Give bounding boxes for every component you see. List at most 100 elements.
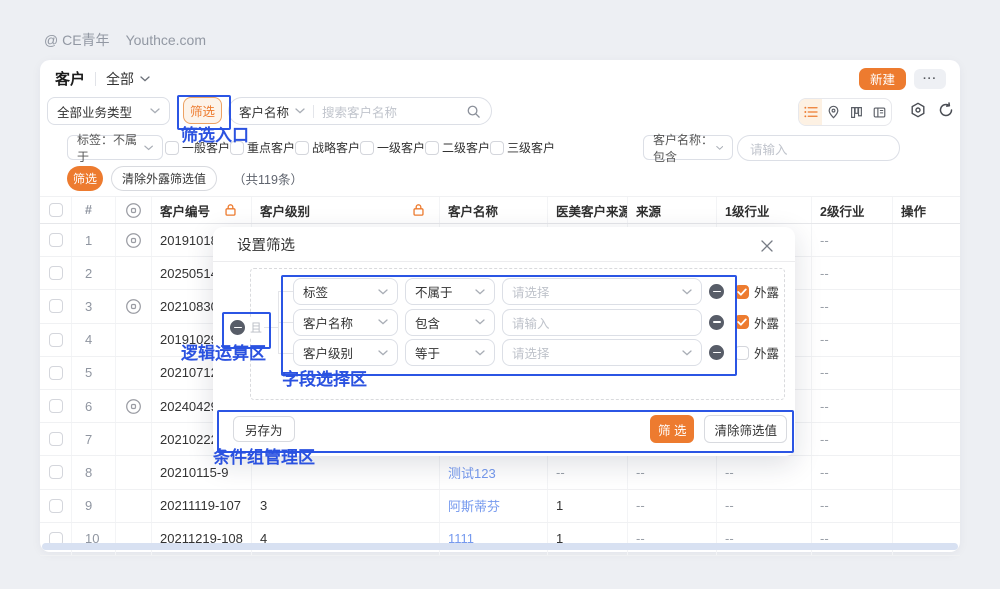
search-input[interactable]: 搜索客户名称 (322, 102, 460, 121)
scope-select[interactable]: 全部 (106, 69, 150, 89)
target-icon (125, 298, 142, 315)
chevron-down-icon (144, 145, 153, 151)
chevron-down-icon (140, 76, 150, 82)
cell-industry2: -- (812, 390, 893, 422)
select-all-checkbox[interactable] (49, 203, 63, 217)
checkbox[interactable] (165, 141, 179, 155)
refresh-button[interactable] (938, 102, 954, 118)
apply-filter-button[interactable]: 筛选 (67, 166, 103, 191)
quick-filter-option[interactable]: 一般客户 (165, 139, 230, 156)
tree-connector (278, 322, 293, 323)
row-record-cell (116, 523, 152, 555)
expose-checkbox[interactable] (735, 346, 749, 360)
modal-clear-button[interactable]: 清除筛选值 (704, 415, 787, 443)
col-industry1: 1级行业 (717, 197, 812, 223)
more-button[interactable]: ··· (914, 69, 946, 89)
search-divider (313, 105, 314, 118)
operator-select[interactable]: 不属于 (405, 278, 495, 305)
cell-med-source: -- (548, 456, 628, 488)
value-select[interactable]: 请选择 (502, 278, 702, 305)
row-checkbox[interactable] (49, 299, 63, 313)
settings-button[interactable] (910, 102, 926, 118)
row-checkbox[interactable] (49, 266, 63, 280)
cell-industry2: -- (812, 357, 893, 389)
expose-checkbox[interactable] (735, 285, 749, 299)
operator-select[interactable]: 等于 (405, 339, 495, 366)
checkbox[interactable] (230, 141, 244, 155)
filter-condition-row: 标签不属于请选择 外露 (293, 278, 779, 305)
row-checkbox[interactable] (49, 465, 63, 479)
field-select[interactable]: 标签 (293, 278, 398, 305)
split-view-button[interactable] (868, 99, 891, 125)
close-icon (760, 239, 774, 253)
col-operation: 操作 (893, 197, 960, 223)
field-select[interactable]: 客户名称 (293, 309, 398, 336)
quick-filter-option[interactable]: 二级客户 (425, 139, 490, 156)
cell-customer-level: 4 (252, 523, 440, 555)
row-checkbox[interactable] (49, 499, 63, 513)
row-record-cell (116, 357, 152, 389)
relation-node[interactable]: 且 (228, 318, 264, 337)
checkbox[interactable] (425, 141, 439, 155)
value-input[interactable]: 请输入 (502, 309, 702, 336)
map-view-button[interactable] (822, 99, 845, 125)
horizontal-scrollbar[interactable] (42, 543, 958, 550)
kanban-view-button[interactable] (845, 99, 868, 125)
cell-med-source: 1 (548, 490, 628, 522)
filter-actions-row: 筛选 清除外露筛选值 （共119条） (40, 166, 960, 191)
customer-name-link[interactable]: 阿斯蒂芬 (448, 496, 500, 515)
close-button[interactable] (759, 238, 775, 254)
name-filter-input[interactable]: 请输入 (737, 135, 900, 161)
expose-checkbox[interactable] (735, 315, 749, 329)
chevron-down-icon (150, 108, 160, 114)
site-brand: @ CE青年 Youthce.com (44, 30, 206, 50)
checkbox[interactable] (295, 141, 309, 155)
target-icon (125, 232, 142, 249)
clear-exposed-filters-button[interactable]: 清除外露筛选值 (111, 166, 217, 191)
row-checkbox[interactable] (49, 432, 63, 446)
col-med-source: 医美客户来源 (548, 197, 628, 223)
quick-filter-option[interactable]: 一级客户 (360, 139, 425, 156)
business-type-select[interactable]: 全部业务类型 (47, 97, 170, 125)
quick-filter-option[interactable]: 战略客户 (295, 139, 360, 156)
remove-condition-button[interactable] (709, 284, 724, 299)
col-source: 来源 (628, 197, 717, 223)
remove-condition-button[interactable] (709, 345, 724, 360)
relation-label: 且 (250, 319, 262, 336)
customer-name-link[interactable]: 测试123 (448, 463, 496, 482)
target-icon (125, 398, 142, 415)
tag-condition-select[interactable]: 标签：不属于 (67, 135, 163, 160)
row-index: 2 (72, 257, 116, 289)
cell-operation (893, 490, 960, 522)
row-checkbox[interactable] (49, 366, 63, 380)
chevron-down-icon (295, 108, 305, 114)
row-checkbox[interactable] (49, 399, 63, 413)
operator-select[interactable]: 包含 (405, 309, 495, 336)
expose-toggle[interactable]: 外露 (735, 313, 779, 332)
minus-circle-icon[interactable] (230, 320, 245, 335)
value-select[interactable]: 请选择 (502, 339, 702, 366)
new-button[interactable]: 新建 (859, 68, 906, 90)
checkbox[interactable] (360, 141, 374, 155)
row-checkbox[interactable] (49, 233, 63, 247)
filter-condition-row: 客户名称包含请输入 外露 (293, 309, 779, 336)
expose-toggle[interactable]: 外露 (735, 282, 779, 301)
search-icon[interactable] (466, 104, 481, 119)
modal-filter-button[interactable]: 筛 选 (650, 415, 694, 443)
expose-toggle[interactable]: 外露 (735, 343, 779, 362)
row-record-cell (116, 257, 152, 289)
quick-filter-option[interactable]: 重点客户 (230, 139, 295, 156)
list-view-button[interactable] (799, 99, 822, 125)
filter-condition-row: 客户级别等于请选择 外露 (293, 339, 779, 366)
remove-condition-button[interactable] (709, 315, 724, 330)
field-select[interactable]: 客户级别 (293, 339, 398, 366)
checkbox[interactable] (490, 141, 504, 155)
name-condition-select[interactable]: 客户名称：包含 (643, 135, 733, 160)
filter-entry-button[interactable]: 筛选 (183, 97, 222, 124)
search-field-select[interactable]: 客户名称 (239, 102, 289, 121)
row-checkbox[interactable] (49, 333, 63, 347)
cell-industry1: -- (717, 490, 812, 522)
save-as-button[interactable]: 另存为 (233, 416, 295, 442)
quick-filter-option[interactable]: 三级客户 (490, 139, 555, 156)
cell-operation (893, 523, 960, 555)
